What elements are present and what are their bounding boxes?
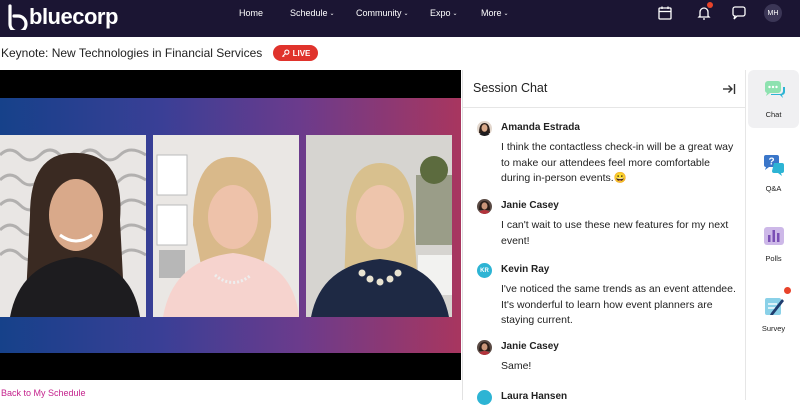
rail-tab-polls[interactable]: Polls [748, 214, 799, 272]
engagement-tool-rail: Chat ? Q&A Polls Survey [745, 70, 800, 400]
nav-community[interactable]: Community ⌄ [356, 8, 409, 18]
nav-home[interactable]: Home [239, 8, 263, 18]
chevron-down-icon: ⌄ [452, 10, 458, 17]
speaker-video-tile-2[interactable] [153, 135, 299, 317]
message-author: Laura Hansen [501, 391, 568, 402]
chevron-down-icon: ⌄ [403, 10, 409, 17]
message-author: Kevin Ray [501, 264, 550, 275]
session-title-row: Keynote: New Technologies in Financial S… [0, 37, 745, 69]
question-icon: ? [764, 155, 784, 176]
avatar [477, 199, 492, 214]
rail-label-survey: Survey [761, 324, 786, 333]
logo-mark-icon [8, 4, 28, 30]
nav-community-label: Community [356, 8, 402, 18]
svg-text:?: ? [768, 157, 774, 168]
nav-more-label: More [481, 8, 502, 18]
message-text: I can't wait to use these new features f… [501, 219, 729, 247]
user-avatar[interactable]: MH [764, 4, 782, 22]
chat-header: Session Chat [463, 70, 746, 108]
message-text: I think the contactless check-in will be… [501, 140, 736, 187]
nav-schedule[interactable]: Schedule ⌄ [290, 8, 335, 18]
survey-notification-dot [784, 287, 791, 294]
nav-expo[interactable]: Expo ⌄ [430, 8, 458, 18]
message-text: I've noticed the same trends as an event… [501, 283, 736, 326]
message-author: Amanda Estrada [501, 122, 580, 133]
speaker-1-image [0, 135, 146, 317]
avatar: KR [477, 263, 492, 278]
message-author: Janie Casey [501, 341, 559, 352]
session-chat-panel: Session Chat Amanda Estrada I think the … [462, 70, 746, 405]
live-label: LIVE [292, 48, 311, 58]
page-title: Keynote: New Technologies in Financial S… [1, 46, 263, 60]
speaker-video-tile-3[interactable] [306, 135, 452, 317]
logo-text: bluecorp [29, 4, 118, 29]
live-badge: LIVE [273, 45, 318, 61]
avatar [477, 340, 492, 355]
chevron-down-icon: ⌄ [503, 10, 509, 17]
chat-bubbles-icon [764, 81, 785, 98]
avatar [477, 390, 492, 405]
key-icon [281, 49, 290, 57]
nav-schedule-label: Schedule [290, 8, 328, 18]
chat-title: Session Chat [473, 81, 548, 95]
rail-label-qa: Q&A [765, 184, 782, 193]
collapse-panel-icon[interactable] [722, 82, 736, 96]
bluecorp-logo[interactable]: bluecorp [6, 3, 118, 31]
bar-chart-icon [764, 227, 784, 245]
notification-dot [707, 2, 713, 8]
message-text: Same! [501, 360, 532, 372]
speaker-3-image [306, 135, 452, 317]
video-player[interactable] [0, 70, 461, 380]
calendar-icon[interactable] [657, 5, 673, 21]
speaker-video-tile-1[interactable] [0, 135, 146, 317]
top-navigation-bar: bluecorp Home Schedule ⌄ Community ⌄ Exp… [0, 0, 800, 37]
nav-expo-label: Expo [430, 8, 451, 18]
rail-tab-qa[interactable]: ? Q&A [748, 144, 799, 202]
nav-home-label: Home [239, 8, 264, 18]
chevron-down-icon: ⌄ [329, 10, 335, 17]
avatar [477, 121, 492, 136]
message-icon[interactable] [731, 5, 747, 21]
rail-label-polls: Polls [765, 254, 782, 263]
clipboard-pen-icon [765, 298, 784, 315]
rail-tab-chat[interactable]: Chat [748, 70, 799, 128]
avatar-initials: MH [767, 9, 779, 17]
message-author: Janie Casey [501, 200, 559, 211]
rail-tab-survey[interactable]: Survey [748, 284, 799, 342]
rail-label-chat: Chat [765, 110, 782, 119]
back-to-schedule-link[interactable]: Back to My Schedule [1, 388, 86, 398]
nav-more[interactable]: More ⌄ [481, 8, 509, 18]
grinning-emoji-icon: 😀 [613, 172, 627, 184]
speaker-2-image [153, 135, 299, 317]
